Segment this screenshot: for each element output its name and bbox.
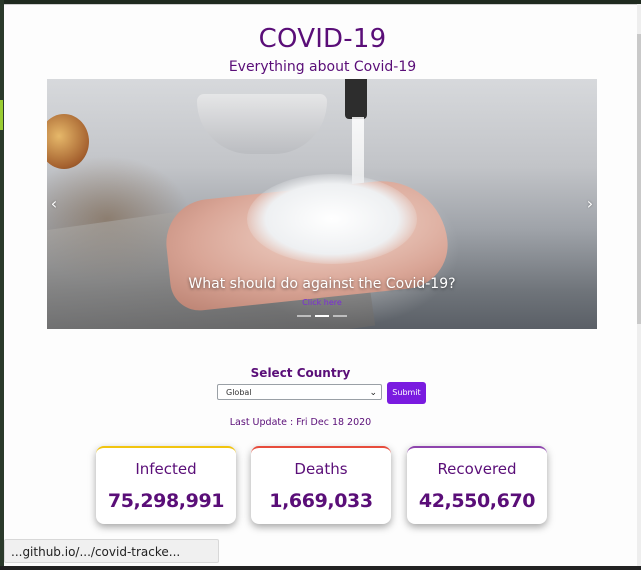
country-select-value: Global <box>226 388 252 397</box>
infected-card: Infected 75,298,991 <box>96 446 236 524</box>
page-scrollbar[interactable] <box>637 4 641 570</box>
deaths-value: 1,669,033 <box>269 490 373 512</box>
carousel-indicators <box>297 315 347 317</box>
carousel-caption: What should do against the Covid-19? <box>188 276 456 292</box>
window-bottom-edge <box>0 566 641 570</box>
carousel-link[interactable]: Click here <box>47 298 597 307</box>
link-status-bar: ...github.io/.../covid-tracke... <box>4 539 219 563</box>
carousel-image-foam <box>247 174 417 264</box>
carousel-image-faucet <box>345 79 367 119</box>
chevron-left-icon[interactable]: ‹ <box>47 195 61 213</box>
infected-value: 75,298,991 <box>107 490 225 512</box>
last-update: Last Update : Fri Dec 18 2020 <box>229 417 372 428</box>
carousel-indicator[interactable] <box>333 315 347 317</box>
chevron-down-icon: ⌄ <box>369 388 377 398</box>
country-select[interactable]: Global ⌄ <box>217 384 382 400</box>
carousel-indicator-active[interactable] <box>315 315 329 317</box>
recovered-label: Recovered <box>437 460 517 478</box>
chevron-right-icon[interactable]: › <box>583 195 597 213</box>
infected-label: Infected <box>135 460 197 478</box>
deaths-label: Deaths <box>294 460 348 478</box>
hero-carousel[interactable]: ‹ › What should do against the Covid-19?… <box>47 79 597 329</box>
page-title: COVID-19 <box>258 24 387 54</box>
carousel-indicator[interactable] <box>297 315 311 317</box>
page-subtitle: Everything about Covid-19 <box>228 59 417 75</box>
browser-window: COVID-19 Everything about Covid-19 ‹ › W… <box>4 4 641 570</box>
deaths-card: Deaths 1,669,033 <box>251 446 391 524</box>
recovered-value: 42,550,670 <box>418 490 536 512</box>
scrollbar-thumb[interactable] <box>637 34 641 324</box>
desktop-accent-mark <box>0 100 3 130</box>
page-content: COVID-19 Everything about Covid-19 ‹ › W… <box>4 4 641 570</box>
submit-button[interactable]: Submit <box>387 382 426 404</box>
recovered-card: Recovered 42,550,670 <box>407 446 547 524</box>
country-label: Select Country <box>250 366 351 380</box>
